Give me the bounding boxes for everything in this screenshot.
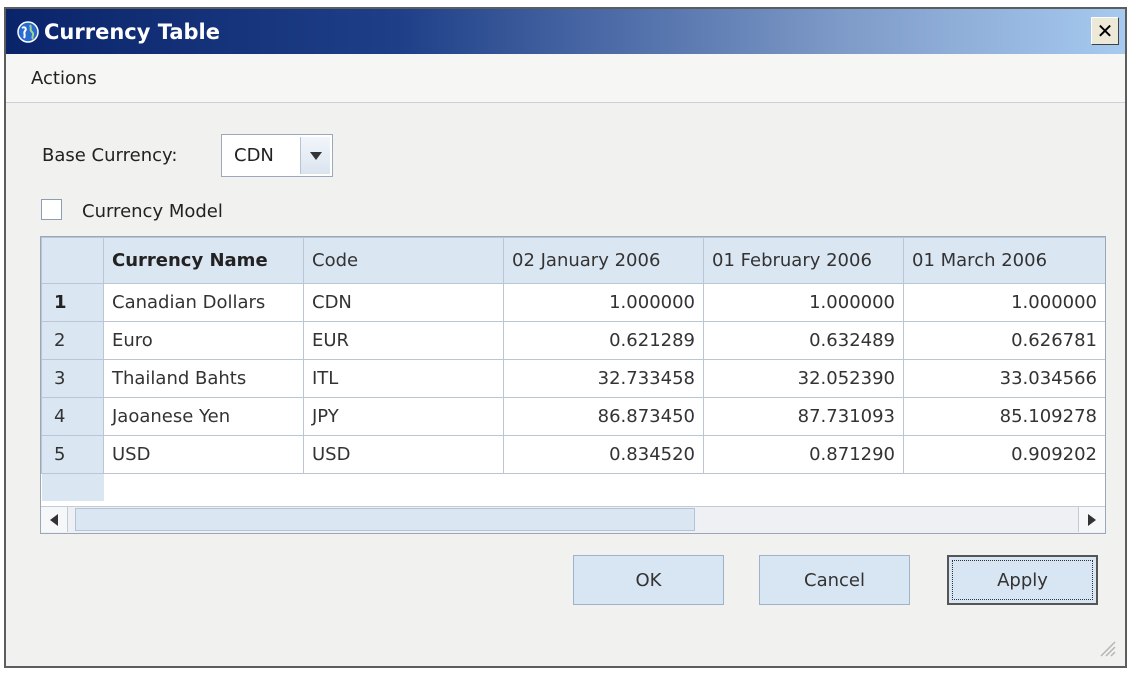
- globe-icon: [14, 18, 42, 46]
- window-title: Currency Table: [44, 19, 220, 44]
- corner-cell: [41, 237, 104, 284]
- currency-model-checkbox[interactable]: [41, 199, 62, 220]
- empty-area: [103, 473, 1105, 501]
- table-row[interactable]: 3 Thailand Bahts ITL 32.733458 32.052390…: [41, 359, 1105, 398]
- cell-rate[interactable]: 0.909202: [903, 435, 1105, 474]
- currency-grid: Currency Name Code 02 January 2006 01 Fe…: [40, 236, 1106, 534]
- base-currency-value: CDN: [234, 145, 274, 166]
- triangle-down-icon: [309, 151, 322, 160]
- cell-rate[interactable]: 86.873450: [503, 397, 704, 436]
- table-row[interactable]: 2 Euro EUR 0.621289 0.632489 0.626781: [41, 321, 1105, 360]
- scroll-thumb[interactable]: [75, 508, 695, 531]
- cell-code[interactable]: CDN: [303, 283, 504, 322]
- cell-currency-name[interactable]: Euro: [103, 321, 304, 360]
- cell-rate[interactable]: 0.632489: [703, 321, 904, 360]
- row-number[interactable]: 4: [41, 397, 104, 436]
- column-header[interactable]: 01 February 2006: [703, 237, 904, 284]
- apply-button[interactable]: Apply: [947, 555, 1098, 605]
- cell-rate[interactable]: 0.626781: [903, 321, 1105, 360]
- cell-rate[interactable]: 0.834520: [503, 435, 704, 474]
- row-number-empty: [41, 473, 104, 501]
- empty-row: [41, 473, 1105, 501]
- table-row[interactable]: 4 Jaoanese Yen JPY 86.873450 87.731093 8…: [41, 397, 1105, 436]
- cell-code[interactable]: USD: [303, 435, 504, 474]
- cell-currency-name[interactable]: USD: [103, 435, 304, 474]
- column-header[interactable]: Currency Name: [103, 237, 304, 284]
- column-header[interactable]: 02 January 2006: [503, 237, 704, 284]
- header-row: Currency Name Code 02 January 2006 01 Fe…: [41, 237, 1105, 284]
- dropdown-button[interactable]: [300, 137, 330, 174]
- menu-item-actions[interactable]: Actions: [31, 68, 97, 89]
- scroll-right-button[interactable]: [1078, 507, 1105, 532]
- column-header[interactable]: 01 March 2006: [903, 237, 1105, 284]
- table-row[interactable]: 1 Canadian Dollars CDN 1.000000 1.000000…: [41, 283, 1105, 322]
- ok-button[interactable]: OK: [573, 555, 724, 605]
- row-number[interactable]: 5: [41, 435, 104, 474]
- horizontal-scrollbar[interactable]: [41, 506, 1105, 533]
- cell-rate[interactable]: 1.000000: [703, 283, 904, 322]
- cell-currency-name[interactable]: Jaoanese Yen: [103, 397, 304, 436]
- cell-currency-name[interactable]: Canadian Dollars: [103, 283, 304, 322]
- cell-code[interactable]: ITL: [303, 359, 504, 398]
- cell-rate[interactable]: 1.000000: [503, 283, 704, 322]
- cell-rate[interactable]: 32.733458: [503, 359, 704, 398]
- cell-rate[interactable]: 0.871290: [703, 435, 904, 474]
- currency-table-dialog: Currency Table ✕ Actions Base Currency: …: [4, 7, 1127, 668]
- cell-code[interactable]: JPY: [303, 397, 504, 436]
- dialog-content: Base Currency: CDN Currency Model Curren…: [6, 103, 1125, 666]
- base-currency-label: Base Currency:: [42, 145, 178, 166]
- cell-rate[interactable]: 85.109278: [903, 397, 1105, 436]
- column-header[interactable]: Code: [303, 237, 504, 284]
- resize-grip-icon[interactable]: [1095, 636, 1117, 658]
- row-number[interactable]: 3: [41, 359, 104, 398]
- triangle-left-icon: [50, 513, 58, 526]
- currency-model-label[interactable]: Currency Model: [82, 201, 223, 222]
- cell-rate[interactable]: 1.000000: [903, 283, 1105, 322]
- triangle-right-icon: [1088, 513, 1096, 526]
- table-row[interactable]: 5 USD USD 0.834520 0.871290 0.909202: [41, 435, 1105, 474]
- close-button[interactable]: ✕: [1091, 17, 1119, 45]
- cell-rate[interactable]: 32.052390: [703, 359, 904, 398]
- cancel-button[interactable]: Cancel: [759, 555, 910, 605]
- cell-rate[interactable]: 33.034566: [903, 359, 1105, 398]
- menu-bar: Actions: [6, 54, 1125, 103]
- currency-table: Currency Name Code 02 January 2006 01 Fe…: [41, 237, 1105, 501]
- scroll-left-button[interactable]: [41, 507, 68, 532]
- base-currency-select[interactable]: CDN: [221, 134, 333, 177]
- cell-rate[interactable]: 0.621289: [503, 321, 704, 360]
- row-number[interactable]: 2: [41, 321, 104, 360]
- title-bar[interactable]: Currency Table ✕: [6, 9, 1125, 54]
- close-icon: ✕: [1096, 19, 1114, 43]
- cell-currency-name[interactable]: Thailand Bahts: [103, 359, 304, 398]
- row-number[interactable]: 1: [41, 283, 104, 322]
- cell-rate[interactable]: 87.731093: [703, 397, 904, 436]
- cell-code[interactable]: EUR: [303, 321, 504, 360]
